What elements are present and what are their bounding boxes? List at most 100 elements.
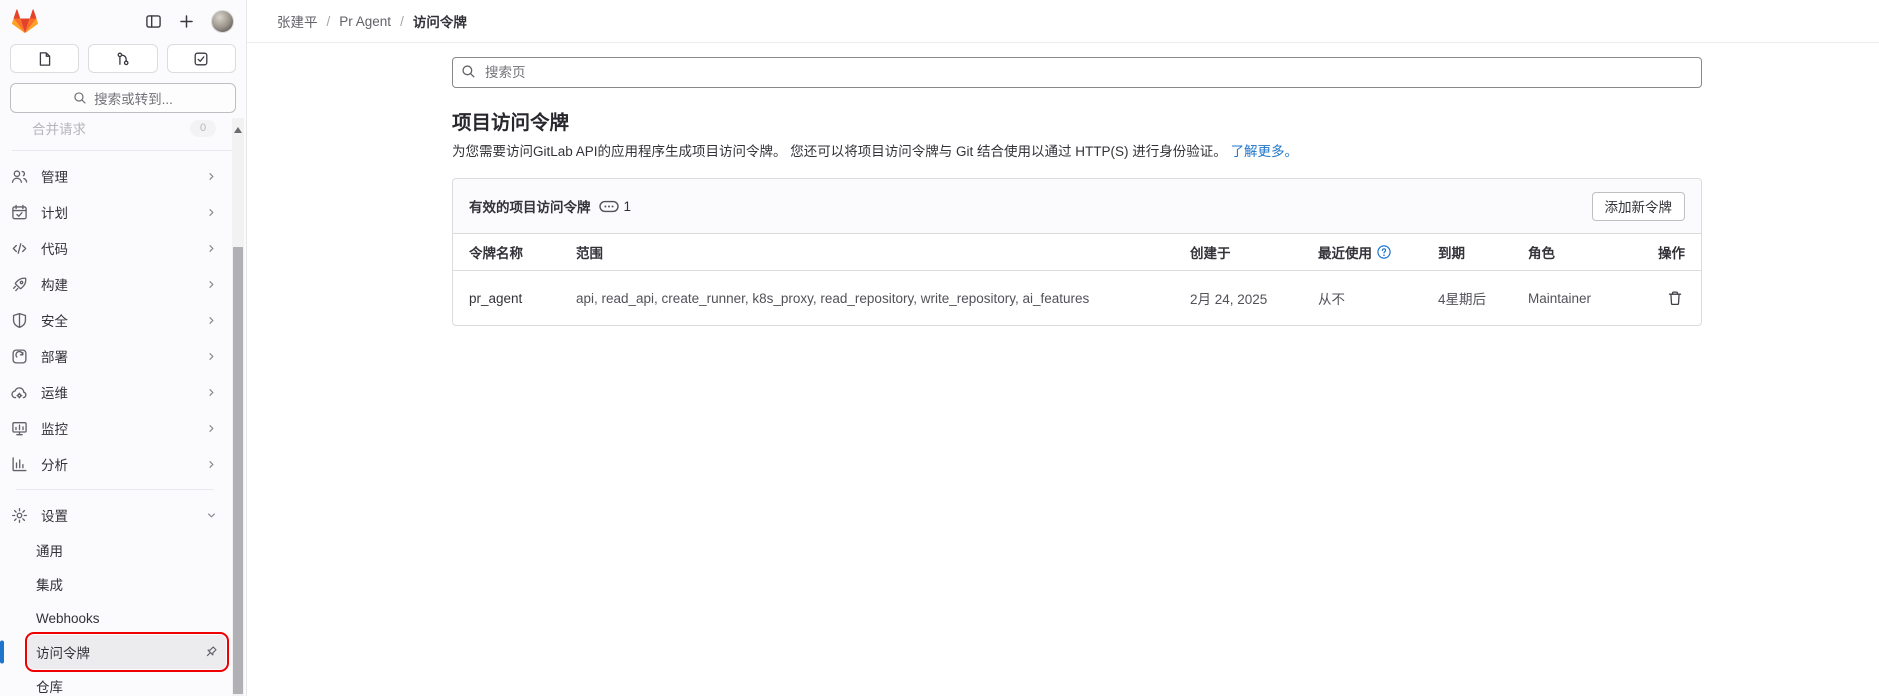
sidebar-item-general[interactable]: 通用	[28, 533, 226, 567]
sidebar-nav: 管理 计划	[0, 158, 246, 696]
settings-search-input[interactable]	[452, 57, 1702, 88]
sidebar: 搜索或转到... 合并请求 0 管理	[0, 0, 247, 696]
sidebar-item-integrations[interactable]: 集成	[28, 567, 226, 601]
sidebar-item-label: 部署	[41, 346, 192, 366]
token-name-cell: pr_agent	[469, 291, 576, 306]
revoke-token-trash-icon[interactable]	[1665, 288, 1685, 308]
main-area: 张建平 / Pr Agent / 访问令牌 项目访问令牌 为您需要访问GitLa…	[247, 0, 1879, 696]
code-icon	[11, 240, 28, 257]
calendar-icon	[11, 204, 28, 221]
chevron-right-icon	[205, 350, 218, 363]
chevron-right-icon	[205, 170, 218, 183]
sidebar-item-label: 管理	[41, 166, 192, 186]
token-role-cell: Maintainer	[1528, 291, 1633, 306]
monitor-icon	[11, 420, 28, 437]
issues-icon	[37, 51, 53, 67]
sidebar-scrollbar[interactable]	[232, 118, 244, 696]
sidebar-item-label: 监控	[41, 418, 192, 438]
sidebar-search-label: 搜索或转到...	[94, 88, 173, 108]
rocket-icon	[11, 276, 28, 293]
learn-more-link[interactable]: 了解更多。	[1231, 144, 1299, 159]
breadcrumb-separator: /	[400, 14, 404, 29]
sidebar-item-label: 集成	[36, 574, 63, 594]
breadcrumb-current-page[interactable]: 访问令牌	[413, 11, 467, 31]
sidebar-item-label: 通用	[36, 540, 63, 560]
sidebar-item-monitor[interactable]: 监控	[4, 410, 226, 446]
pinned-item-label: 合并请求	[32, 119, 190, 138]
merge-requests-shortcut-button[interactable]	[88, 44, 157, 73]
col-header-last-used: 最近使用	[1318, 242, 1438, 262]
page-description: 为您需要访问GitLab API的应用程序生成项目访问令牌。 您还可以将项目访问…	[452, 142, 1702, 161]
page-search	[452, 57, 1702, 88]
sidebar-item-label: Webhooks	[36, 611, 100, 626]
sidebar-item-webhooks[interactable]: Webhooks	[28, 601, 226, 635]
col-header-expires: 到期	[1438, 242, 1528, 262]
sidebar-header	[0, 0, 246, 42]
chevron-right-icon	[205, 458, 218, 471]
sidebar-item-label: 安全	[41, 310, 192, 330]
sidebar-item-operate[interactable]: 运维	[4, 374, 226, 410]
token-actions-cell	[1633, 288, 1685, 309]
chevron-right-icon	[205, 278, 218, 291]
sidebar-search[interactable]: 搜索或转到...	[10, 83, 236, 113]
sidebar-item-analyze[interactable]: 分析	[4, 446, 226, 482]
col-header-scopes: 范围	[576, 242, 1190, 262]
sidebar-nav-scroll: 合并请求 0 管理	[0, 119, 246, 696]
merge-request-count-badge: 0	[190, 120, 216, 137]
search-icon	[73, 91, 87, 105]
deploy-icon	[11, 348, 28, 365]
shield-icon	[11, 312, 28, 329]
issues-shortcut-button[interactable]	[10, 44, 79, 73]
gitlab-app: 搜索或转到... 合并请求 0 管理	[0, 0, 1879, 696]
gitlab-logo[interactable]	[12, 9, 38, 34]
help-question-icon[interactable]	[1377, 245, 1391, 259]
token-created-cell: 2月 24, 2025	[1190, 288, 1318, 308]
sidebar-item-label: 运维	[41, 382, 192, 402]
chevron-right-icon	[205, 422, 218, 435]
panel-header: 有效的项目访问令牌 1 添加新令牌	[453, 179, 1701, 234]
sidebar-collapse-icon[interactable]	[145, 13, 162, 30]
sidebar-item-settings[interactable]: 设置	[4, 497, 226, 533]
scrollbar-up-arrow-icon[interactable]	[234, 123, 242, 133]
user-avatar[interactable]	[211, 10, 234, 33]
scrollbar-thumb[interactable]	[233, 247, 243, 694]
sidebar-item-label: 设置	[41, 505, 192, 525]
pin-icon[interactable]	[203, 645, 218, 660]
sidebar-item-repository[interactable]: 仓库	[28, 669, 226, 696]
sidebar-item-deploy[interactable]: 部署	[4, 338, 226, 374]
token-count-icon	[599, 199, 619, 214]
sidebar-item-label: 计划	[41, 202, 192, 222]
chevron-right-icon	[205, 206, 218, 219]
chevron-right-icon	[205, 314, 218, 327]
sidebar-item-code[interactable]: 代码	[4, 230, 226, 266]
sidebar-item-access-tokens[interactable]: 访问令牌	[28, 635, 226, 669]
add-new-token-button[interactable]: 添加新令牌	[1592, 192, 1686, 221]
breadcrumb-project[interactable]: Pr Agent	[339, 14, 391, 29]
token-expires-cell: 4星期后	[1438, 288, 1528, 308]
divider	[16, 489, 214, 490]
users-icon	[11, 168, 28, 185]
sidebar-shortcuts	[10, 44, 236, 73]
sidebar-item-label: 分析	[41, 454, 192, 474]
create-new-plus-icon[interactable]	[178, 13, 195, 30]
search-icon	[461, 64, 476, 82]
todo-shortcut-button[interactable]	[167, 44, 236, 73]
sidebar-item-plan[interactable]: 计划	[4, 194, 226, 230]
divider	[12, 150, 234, 151]
chevron-right-icon	[205, 386, 218, 399]
sidebar-item-label: 仓库	[36, 676, 63, 696]
col-header-role: 角色	[1528, 242, 1633, 262]
breadcrumb-group[interactable]: 张建平	[277, 11, 318, 31]
pinned-item-merge-requests[interactable]: 合并请求 0	[4, 119, 224, 143]
col-header-token-name: 令牌名称	[469, 242, 576, 262]
col-header-created: 创建于	[1190, 242, 1318, 262]
sidebar-item-manage[interactable]: 管理	[4, 158, 226, 194]
access-tokens-panel: 有效的项目访问令牌 1 添加新令牌 令牌名称 范围 创建于	[452, 178, 1702, 326]
sidebar-item-label: 构建	[41, 274, 192, 294]
description-text: 为您需要访问GitLab API的应用程序生成项目访问令牌。 您还可以将项目访问…	[452, 144, 1227, 159]
sidebar-item-secure[interactable]: 安全	[4, 302, 226, 338]
breadcrumb: 张建平 / Pr Agent / 访问令牌	[247, 0, 1879, 43]
sidebar-item-build[interactable]: 构建	[4, 266, 226, 302]
token-last-used-cell: 从不	[1318, 288, 1438, 308]
token-count: 1	[624, 199, 632, 214]
